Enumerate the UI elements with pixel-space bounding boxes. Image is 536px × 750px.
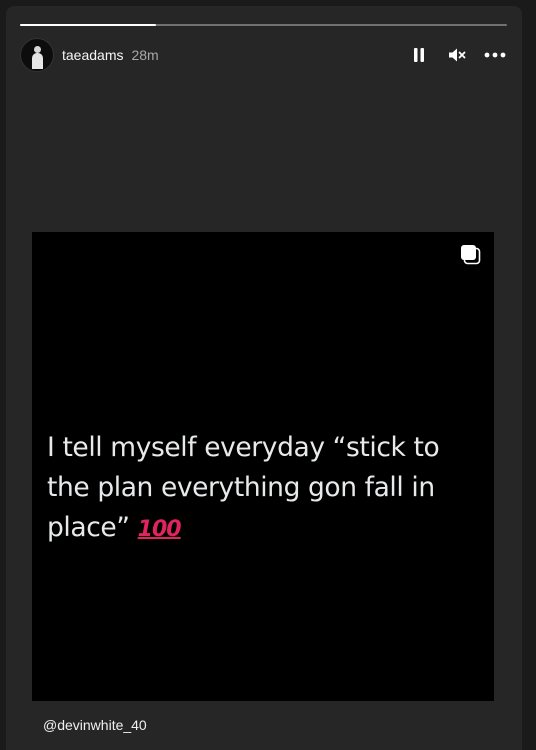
username[interactable]: taeadams	[62, 47, 123, 63]
avatar[interactable]	[20, 38, 54, 72]
story-post[interactable]: I tell myself everyday “stick to the pla…	[32, 232, 494, 701]
more-options-icon[interactable]	[483, 43, 507, 67]
timestamp: 28m	[131, 47, 159, 63]
mute-icon[interactable]	[445, 43, 469, 67]
story-controls	[407, 43, 507, 67]
carousel-icon	[460, 244, 482, 266]
quote-text: I tell myself everyday “stick to the pla…	[47, 432, 440, 543]
story-progress-fill	[20, 24, 157, 26]
post-quote-text: I tell myself everyday “stick to the pla…	[47, 428, 487, 550]
pause-icon[interactable]	[407, 43, 431, 67]
hundred-points-emoji: 100	[137, 517, 182, 542]
mention-sticker[interactable]: @devinwhite_40	[43, 717, 147, 733]
story-progress-bar	[20, 24, 507, 26]
story-header: taeadams 28m	[20, 38, 507, 72]
story-viewer: taeadams 28m I tell myself everyday “sti…	[6, 6, 522, 750]
